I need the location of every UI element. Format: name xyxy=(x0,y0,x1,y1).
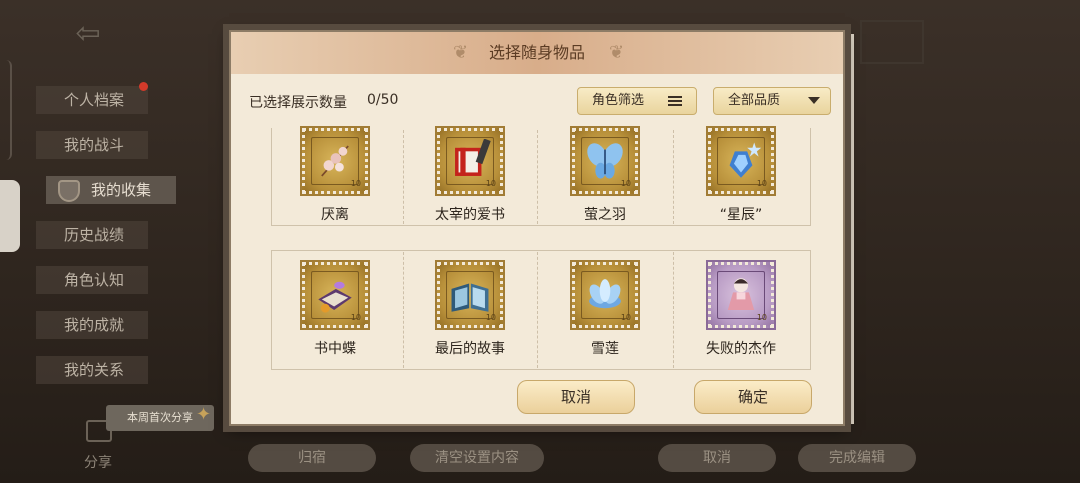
item-name: 失败的杰作 xyxy=(706,341,776,357)
item-name: 萤之羽 xyxy=(584,207,626,223)
item-card[interactable]: 10 厌离 xyxy=(285,126,385,238)
left-edge-frame xyxy=(0,60,12,160)
selected-count-value: 0/50 xyxy=(367,92,399,108)
open-book-icon xyxy=(451,283,489,312)
item-card[interactable]: 10 最后的故事 xyxy=(420,260,520,372)
background-frame xyxy=(860,20,924,64)
blue-butterfly-icon xyxy=(587,143,623,179)
role-filter-label: 角色筛选 xyxy=(591,93,644,108)
cell-divider xyxy=(403,252,404,368)
wheat-icon: ❦ xyxy=(609,42,625,63)
dialog-title: 选择随身物品 xyxy=(488,43,585,62)
chevron-down-icon xyxy=(808,97,820,104)
confirm-button[interactable]: 确定 xyxy=(694,380,812,414)
finish-edit-button[interactable]: 完成编辑 xyxy=(798,444,916,472)
item-name: 雪莲 xyxy=(591,341,619,357)
selected-count-label: 已选择展示数量 xyxy=(249,95,347,111)
item-name: “星辰” xyxy=(719,207,763,223)
select-items-dialog: ❦ 选择随身物品 ❦ 已选择展示数量 0/50 角色筛选 全部品质 10 厌离 xyxy=(229,30,845,426)
cell-divider xyxy=(673,252,674,368)
item-name: 书中蝶 xyxy=(314,341,356,357)
item-name: 厌离 xyxy=(321,207,349,223)
sidebar-item-character-knowledge[interactable]: 角色认知 xyxy=(36,266,148,294)
bottom-button-home[interactable]: 归宿 xyxy=(248,444,376,472)
item-name: 太宰的爱书 xyxy=(435,207,505,223)
notification-dot xyxy=(139,82,148,91)
sidebar-item-relations[interactable]: 我的关系 xyxy=(36,356,148,384)
item-stamp: 10 xyxy=(706,126,776,196)
sidebar-item-history[interactable]: 历史战绩 xyxy=(36,221,148,249)
sidebar-item-profile[interactable]: 个人档案 xyxy=(36,86,148,114)
share-label[interactable]: 分享 xyxy=(84,452,112,472)
item-stamp: 10 xyxy=(435,260,505,330)
item-card[interactable]: 10 雪莲 xyxy=(555,260,655,372)
cell-divider xyxy=(403,130,404,224)
sidebar-item-battles[interactable]: 我的战斗 xyxy=(36,131,148,159)
item-card[interactable]: 10 书中蝶 xyxy=(285,260,385,372)
exit-icon[interactable]: ⇦ xyxy=(68,14,108,54)
sidebar-item-achievements[interactable]: 我的成就 xyxy=(36,311,148,339)
item-card[interactable]: 10 萤之羽 xyxy=(555,126,655,238)
quality-filter-dropdown[interactable]: 全部品质 xyxy=(713,87,831,115)
item-card[interactable]: 10 “星辰” xyxy=(691,126,791,238)
cherry-blossom-icon xyxy=(321,145,349,177)
item-stamp: 10 xyxy=(570,260,640,330)
star-icon: ✦ xyxy=(196,404,212,425)
item-card[interactable]: 10 太宰的爱书 xyxy=(420,126,520,238)
item-stamp: 10 xyxy=(570,126,640,196)
clear-settings-button[interactable]: 清空设置内容 xyxy=(410,444,544,472)
shield-icon xyxy=(58,180,80,202)
list-icon xyxy=(668,96,682,106)
bottom-cancel-button[interactable]: 取消 xyxy=(658,444,776,472)
cancel-button[interactable]: 取消 xyxy=(517,380,635,414)
star-crystal-icon xyxy=(729,142,762,178)
item-stamp: 10 xyxy=(706,260,776,330)
purple-book-butterfly-icon xyxy=(318,281,352,313)
cell-divider xyxy=(537,130,538,224)
left-edge-tab xyxy=(0,180,20,252)
item-stamp: 10 xyxy=(300,126,370,196)
doll-icon xyxy=(727,278,755,310)
item-stamp: 10 xyxy=(300,260,370,330)
cell-divider xyxy=(537,252,538,368)
item-card[interactable]: 10 失败的杰作 xyxy=(691,260,791,372)
role-filter-button[interactable]: 角色筛选 xyxy=(577,87,697,115)
red-book-icon xyxy=(455,139,491,176)
item-name: 最后的故事 xyxy=(435,341,505,357)
quality-filter-label: 全部品质 xyxy=(727,93,780,108)
snow-lotus-icon xyxy=(589,279,621,309)
item-stamp: 10 xyxy=(435,126,505,196)
cell-divider xyxy=(673,130,674,224)
